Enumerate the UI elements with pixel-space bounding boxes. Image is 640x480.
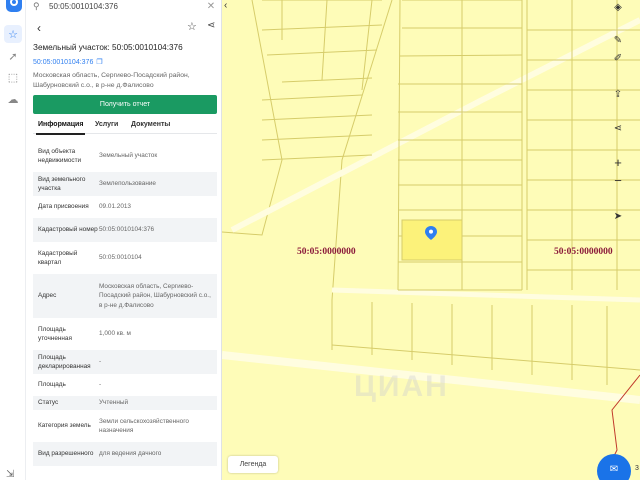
tab-info[interactable]: Информация [35, 121, 86, 135]
tab-services[interactable]: Услуги [95, 121, 118, 128]
table-row: Вид разрешенного для ведения дачного [33, 442, 217, 466]
table-row: Кадастровый квартал 50:05:0010104 [33, 246, 217, 270]
watermark: ЦИАН [354, 370, 449, 403]
zoom-out-icon[interactable]: − [608, 170, 628, 190]
locate-icon[interactable]: ➤ [608, 206, 628, 226]
table-row: Вид объекта недвижимости Земельный участо… [33, 144, 217, 168]
back-icon[interactable]: ‹ [37, 21, 41, 35]
upload-icon[interactable]: ⇪ [608, 84, 628, 104]
page-title: Земельный участок: 50:05:0010104:376 [33, 43, 183, 52]
search-bar[interactable]: ⚲ 50:05:0010104:376 ✕ [33, 0, 216, 12]
favorites-icon[interactable]: ☆ [4, 25, 22, 43]
compass-icon[interactable]: ➚ [4, 47, 22, 65]
row-label: Дата присвоения [38, 203, 89, 211]
table-row: Категория земель Земли сельскохозяйственн… [33, 414, 217, 438]
cadastral-link[interactable]: 50:05:0010104:376 ❐ [33, 58, 103, 66]
row-label: Статус [38, 399, 59, 407]
share-icon[interactable]: ⋖ [207, 20, 215, 31]
row-value: 1,000 кв. м [99, 330, 131, 338]
app: ☆ ➚ ⬚ ☁ ⇲ ⚲ 50:05:0010104:376 ✕ ‹ ☆ ⋖ Зе… [0, 0, 640, 480]
row-label: Адрес [38, 292, 57, 300]
logout-icon[interactable]: ⇲ [6, 469, 14, 480]
cadastral-map[interactable]: ‹ 50:05:0000000 50:05:0000000 ЦИАН ◈ ✎ ✐… [222, 0, 640, 480]
ruler-icon[interactable]: ✎ [608, 30, 628, 50]
row-label: Вид объекта недвижимости [38, 147, 82, 165]
quarter-label-right: 50:05:0000000 [554, 247, 613, 257]
parcel-grid [222, 0, 640, 480]
row-label: Категория земель [38, 422, 91, 430]
table-row: Кадастровый номер 50:05:0010104:376 [33, 218, 217, 242]
row-value: 09.01.2013 [99, 203, 131, 211]
select-area-icon[interactable]: ⬚ [4, 68, 22, 86]
row-value: Учтенный [99, 399, 129, 407]
info-panel: ⚲ 50:05:0010104:376 ✕ ‹ ☆ ⋖ Земельный уч… [27, 0, 222, 480]
row-value: 50:05:0010104:376 [99, 226, 155, 234]
table-row: Статус Учтенный [33, 396, 217, 410]
row-value: Землепользование [99, 180, 156, 188]
quarter-label-left: 50:05:0000000 [297, 247, 356, 257]
row-label: Площадь уточненная [38, 325, 72, 343]
table-row: Вид земельного участка Землепользование [33, 172, 217, 196]
share-icon[interactable]: ⋖ [608, 118, 628, 138]
tab-documents[interactable]: Документы [131, 121, 170, 128]
location-pin-icon[interactable] [425, 226, 437, 240]
search-icon: ⚲ [33, 0, 40, 11]
row-value: - [99, 381, 102, 389]
row-label: Кадастровый номер [38, 226, 98, 234]
clear-search-icon[interactable]: ✕ [206, 1, 216, 12]
row-value: 50:05:0010104 [99, 254, 142, 262]
row-value: для ведения дачного [99, 450, 162, 458]
get-report-button[interactable]: Получить отчет [33, 95, 217, 114]
row-label: Площадь [38, 381, 66, 389]
corner-number: 3 [635, 465, 639, 472]
address-text: Московская область, Сергиево-Посадский р… [33, 72, 190, 89]
table-row: Дата присвоения 09.01.2013 [33, 200, 217, 214]
cloud-icon[interactable]: ☁ [4, 90, 22, 108]
table-row: Адрес Московская область, Сергиево-Посадс… [33, 274, 217, 318]
layers-icon[interactable]: ◈ [608, 0, 628, 17]
cadastral-link-text[interactable]: 50:05:0010104:376 [33, 59, 93, 66]
collapse-panel-icon[interactable]: ‹ [224, 0, 227, 11]
row-value: Московская область, Сергиево-Посадский р… [99, 282, 211, 309]
row-label: Кадастровый квартал [38, 249, 78, 267]
table-row: Площадь - [33, 378, 217, 392]
mail-icon[interactable]: ✉ [597, 454, 631, 480]
edit-icon[interactable]: ✐ [608, 48, 628, 68]
row-value: - [99, 358, 102, 366]
zoom-in-icon[interactable]: + [608, 152, 628, 172]
row-label: Вид земельного участка [38, 175, 86, 193]
tab-bar: Информация Услуги Документы [33, 118, 217, 135]
row-label: Вид разрешенного [38, 450, 94, 458]
search-input[interactable]: 50:05:0010104:376 [45, 2, 206, 11]
table-row: Площадь уточненная 1,000 кв. м [33, 322, 217, 346]
row-value: Земли сельскохозяйственного назначения [99, 417, 189, 435]
copy-icon[interactable]: ❐ [96, 59, 102, 66]
left-rail: ☆ ➚ ⬚ ☁ ⇲ [0, 0, 26, 480]
row-label: Площадь декларированная [38, 353, 91, 371]
panel-toolbar: ‹ ☆ ⋖ [33, 20, 216, 36]
star-icon[interactable]: ☆ [187, 20, 197, 33]
logo[interactable] [6, 0, 22, 12]
legend-button[interactable]: Легенда [228, 456, 278, 473]
table-row: Площадь декларированная - [33, 350, 217, 374]
row-value: Земельный участок [99, 152, 158, 160]
